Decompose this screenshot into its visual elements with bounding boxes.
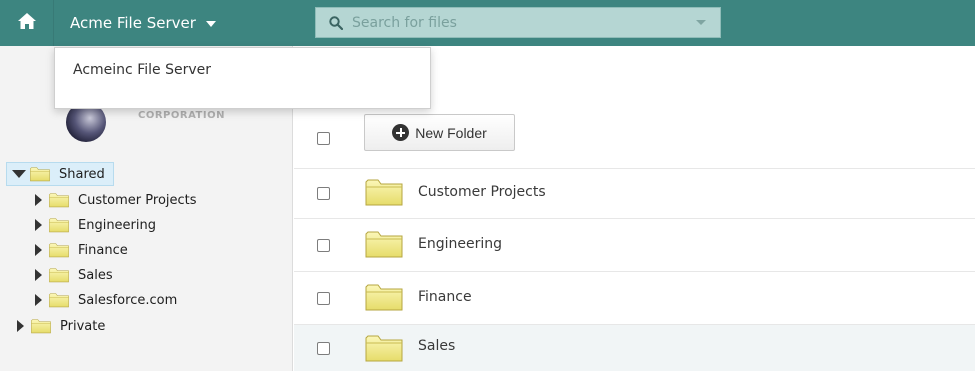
- row-checkbox[interactable]: [317, 292, 330, 305]
- tree-toggle-collapsed-icon[interactable]: [32, 219, 44, 231]
- row-label[interactable]: Engineering: [418, 236, 502, 252]
- home-icon: [17, 12, 37, 34]
- row-checkbox[interactable]: [317, 342, 330, 355]
- tree-item-customer-projects[interactable]: Customer Projects: [32, 188, 197, 212]
- tree-toggle-expanded-icon[interactable]: [12, 168, 26, 180]
- tree-item-finance[interactable]: Finance: [32, 238, 128, 262]
- row-label[interactable]: Customer Projects: [418, 184, 546, 200]
- search-input[interactable]: [344, 8, 696, 37]
- folder-icon: [365, 282, 403, 312]
- toolbar-row: New Folder: [294, 106, 975, 169]
- folder-icon: [48, 242, 70, 258]
- folder-icon: [29, 166, 51, 182]
- tree-item-private[interactable]: Private: [14, 314, 105, 338]
- tree-item-label: Salesforce.com: [78, 292, 178, 308]
- select-all-checkbox[interactable]: [317, 132, 330, 145]
- table-row[interactable]: Customer Projects: [294, 169, 975, 219]
- folder-icon: [48, 267, 70, 283]
- server-selector-button[interactable]: Acme File Server: [54, 0, 232, 46]
- top-bar: Acme File Server: [0, 0, 975, 46]
- tree-item-label: Customer Projects: [78, 192, 197, 208]
- folder-icon: [365, 229, 403, 259]
- plus-circle-icon: [392, 124, 410, 141]
- server-dropdown-menu: Acmeinc File Server: [54, 47, 431, 109]
- folder-icon: [30, 318, 52, 334]
- folder-icon: [48, 292, 70, 308]
- tree-item-label: Shared: [59, 166, 105, 182]
- tree-item-label: Finance: [78, 242, 128, 258]
- home-button[interactable]: [0, 0, 54, 46]
- row-label[interactable]: Finance: [418, 289, 472, 305]
- table-row[interactable]: Sales: [294, 325, 975, 371]
- tree-toggle-collapsed-icon[interactable]: [32, 244, 44, 256]
- folder-icon: [365, 177, 403, 207]
- tree-toggle-collapsed-icon[interactable]: [32, 294, 44, 306]
- row-checkbox[interactable]: [317, 187, 330, 200]
- server-selector-label: Acme File Server: [70, 14, 196, 32]
- folder-icon: [365, 333, 403, 363]
- tree-toggle-collapsed-icon[interactable]: [32, 269, 44, 281]
- new-folder-label: New Folder: [415, 124, 487, 141]
- search-box[interactable]: [315, 7, 721, 38]
- logo-text: CORPORATION: [138, 110, 225, 121]
- search-dropdown-caret-icon[interactable]: [696, 20, 706, 25]
- tree-item-engineering[interactable]: Engineering: [32, 213, 156, 237]
- search-icon: [328, 15, 344, 31]
- row-label[interactable]: Sales: [418, 338, 455, 354]
- menu-item-acmeinc-file-server[interactable]: Acmeinc File Server: [73, 62, 211, 78]
- table-row[interactable]: Finance: [294, 272, 975, 325]
- tree-item-salesforce[interactable]: Salesforce.com: [32, 288, 177, 312]
- tree-item-shared[interactable]: Shared: [6, 162, 114, 186]
- row-checkbox[interactable]: [317, 239, 330, 252]
- tree-item-label: Private: [60, 318, 106, 334]
- caret-down-icon: [205, 21, 216, 27]
- tree-toggle-collapsed-icon[interactable]: [14, 320, 26, 332]
- tree-item-label: Sales: [78, 267, 113, 283]
- new-folder-button[interactable]: New Folder: [364, 114, 515, 151]
- tree-item-sales[interactable]: Sales: [32, 263, 113, 287]
- tree-toggle-collapsed-icon[interactable]: [32, 194, 44, 206]
- table-row[interactable]: Engineering: [294, 219, 975, 272]
- tree-item-label: Engineering: [78, 217, 156, 233]
- folder-icon: [48, 192, 70, 208]
- folder-icon: [48, 217, 70, 233]
